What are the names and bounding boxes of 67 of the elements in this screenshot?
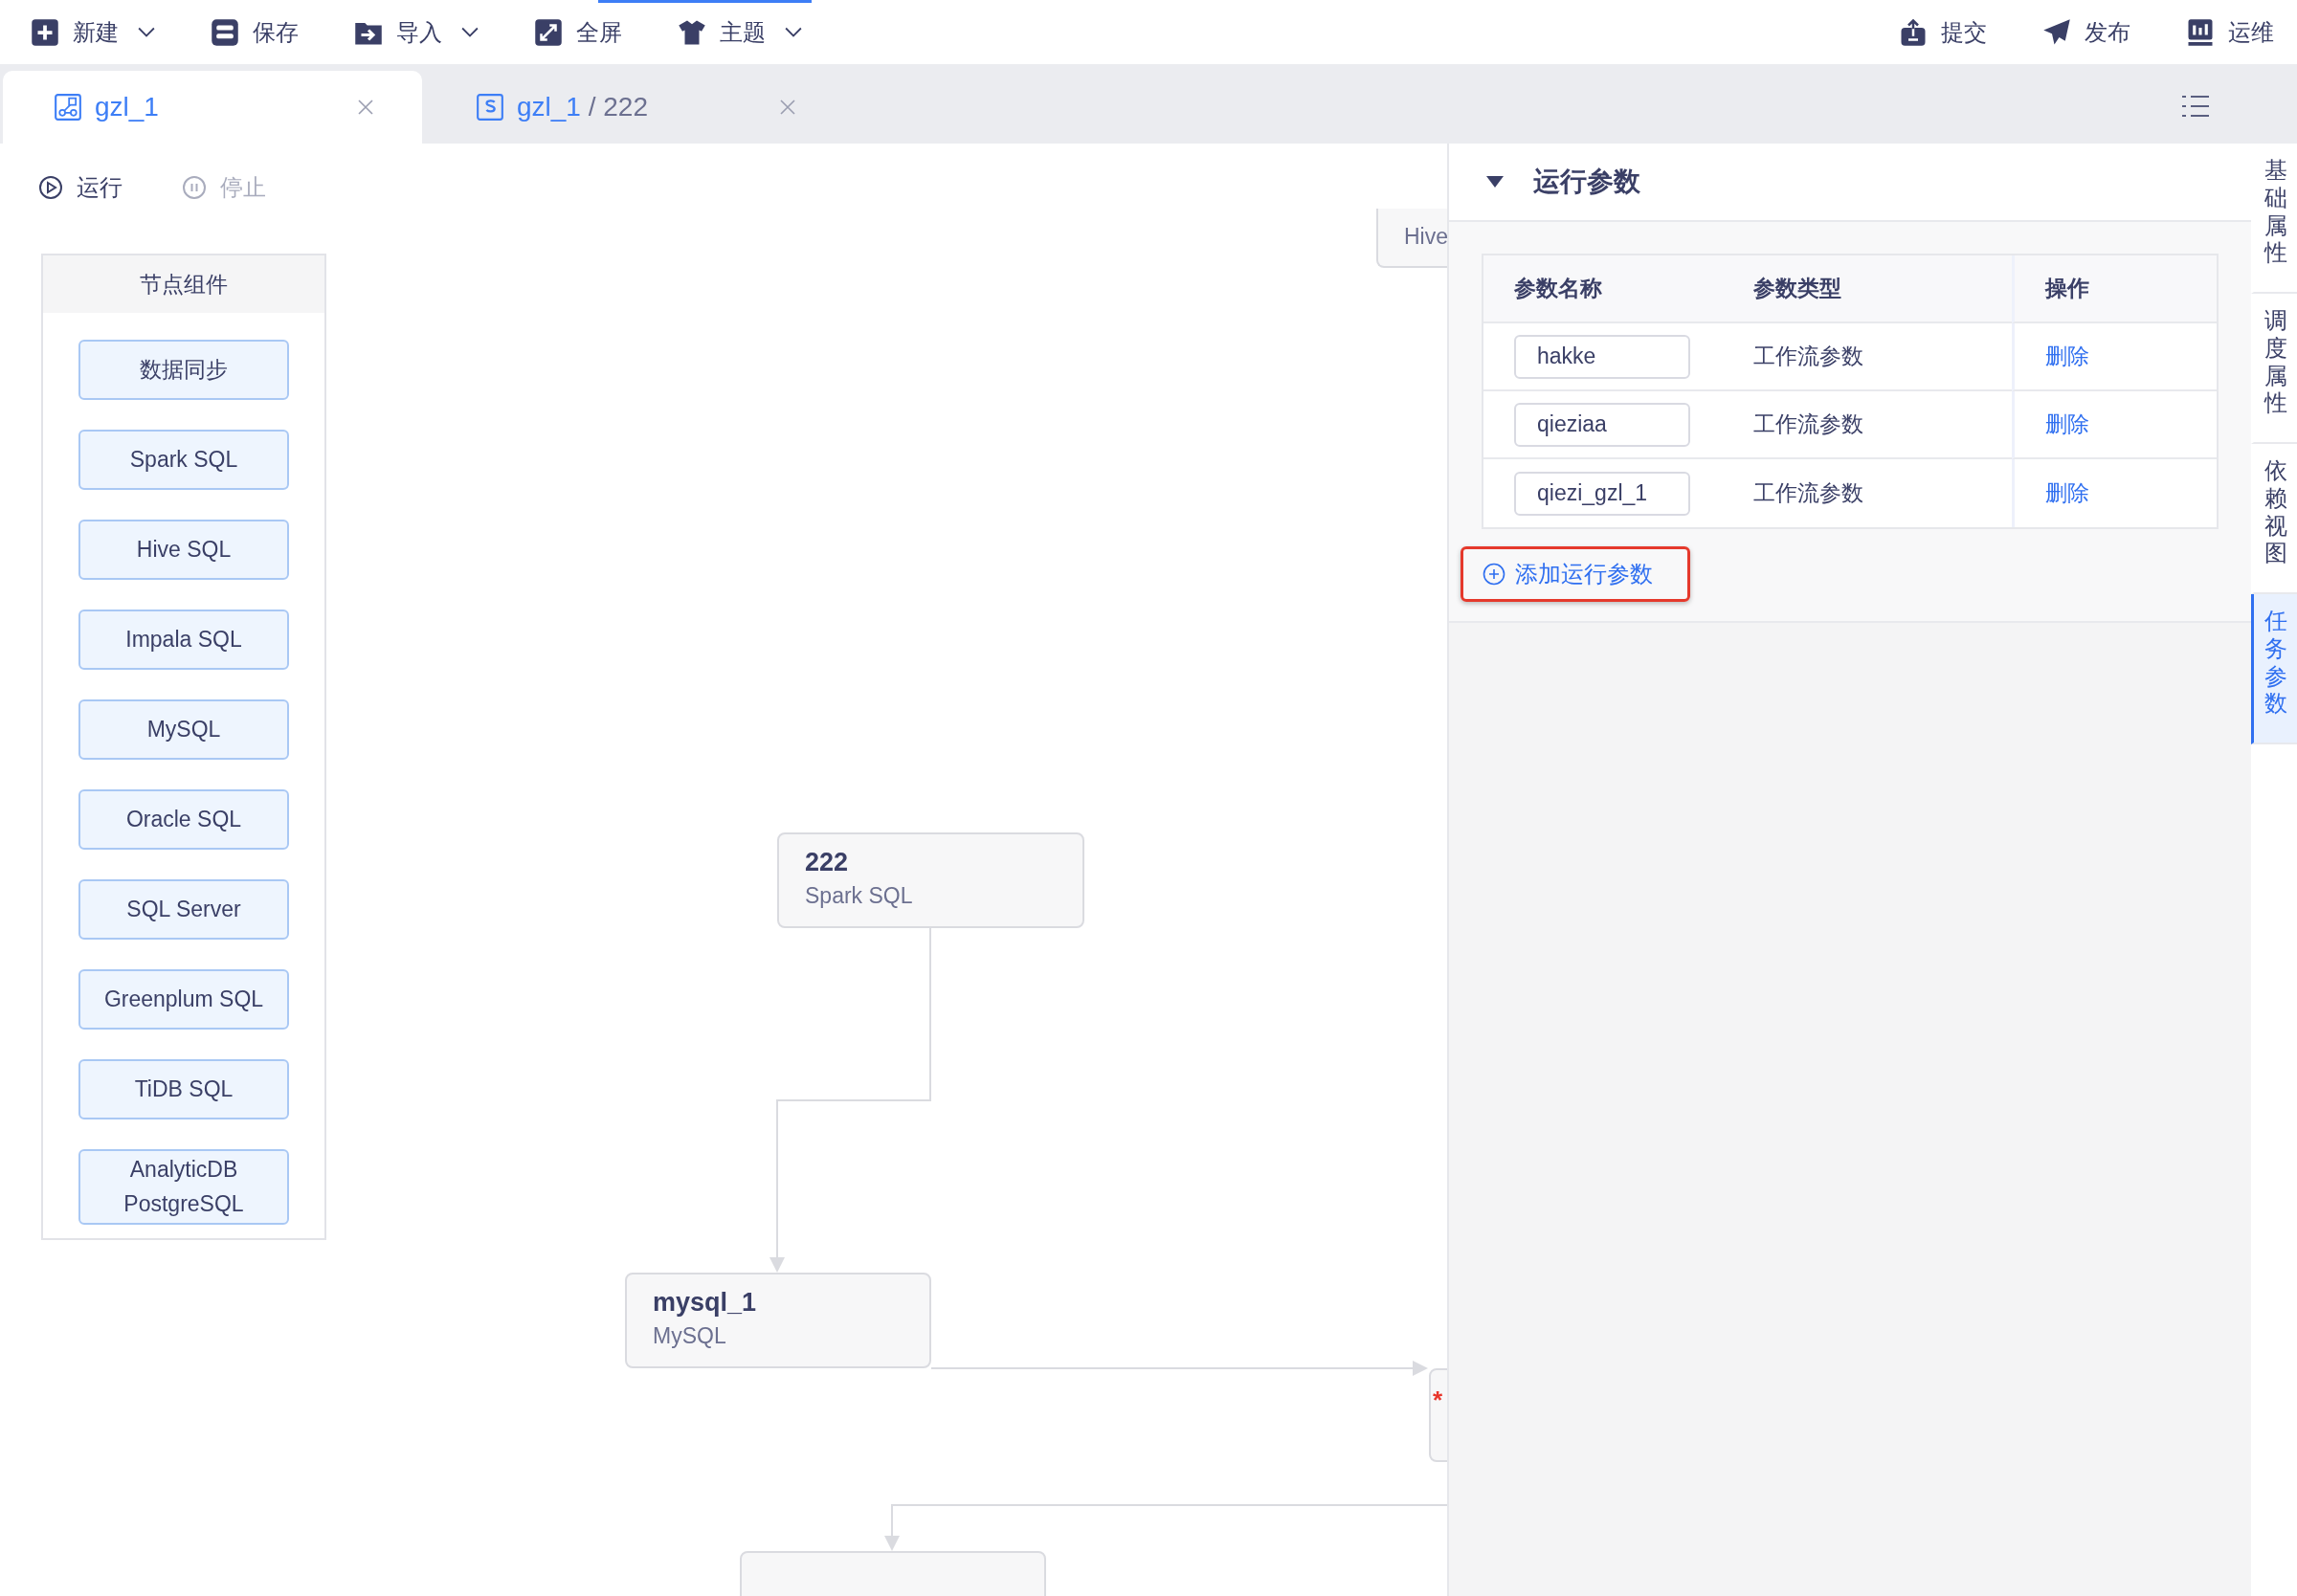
fullscreen-icon [534, 17, 563, 47]
table-cell-text: 工作流参数 [1753, 479, 1863, 507]
node-type: Spark SQL [805, 883, 914, 909]
node-type-item[interactable]: AnalyticDB PostgreSQL [78, 1149, 289, 1226]
node-type-item[interactable]: SQL Server [78, 879, 289, 940]
workflow-icon [55, 94, 81, 121]
list-icon[interactable] [2180, 93, 2211, 120]
parameter-name-field[interactable]: hakke [1514, 334, 1690, 379]
add-parameter-button[interactable]: 添加运行参数 [1461, 546, 1690, 602]
delete-link[interactable]: 删除 [2045, 478, 2089, 508]
node-type: MySQL [653, 1323, 727, 1349]
toolbar-button[interactable]: 全屏 [530, 11, 626, 54]
toolbar-button[interactable]: 导入 [350, 11, 482, 54]
run-button[interactable]: 运行 [38, 172, 123, 203]
plus-icon [31, 17, 59, 47]
close-icon[interactable] [779, 99, 796, 116]
column-header: 参数类型 [1723, 255, 2012, 323]
column-header: 参数名称 [1483, 255, 1723, 323]
node-type-item[interactable]: Oracle SQL [78, 789, 289, 850]
toolbar-button[interactable]: 发布 [2039, 11, 2134, 54]
caret-icon [138, 26, 155, 38]
node-type-item[interactable]: Greenplum SQL [78, 969, 289, 1030]
node-type-item[interactable]: Impala SQL [78, 610, 289, 670]
pause-icon [182, 175, 207, 200]
column-header: 操作 [2012, 255, 2217, 323]
editor-tab[interactable]: gzl_1 / 222 [425, 71, 844, 144]
bar-chart-icon [2186, 17, 2215, 47]
table-cell-text: 工作流参数 [1753, 410, 1863, 438]
plus-circle-icon [1483, 563, 1505, 586]
paper-plane-icon [2042, 17, 2071, 47]
toolbar-button[interactable]: 保存 [207, 11, 302, 54]
node-type-item[interactable]: Hive SQL [78, 520, 289, 580]
parameter-name-field[interactable]: qieziaa [1514, 402, 1690, 447]
collapse-triangle-icon[interactable] [1485, 175, 1505, 188]
flow-node[interactable]: * [1429, 1368, 1447, 1462]
flow-node[interactable]: 222 Spark SQL [777, 832, 1084, 928]
delete-link[interactable]: 删除 [2045, 342, 2089, 371]
parameter-name-field[interactable]: qiezi_gzl_1 [1514, 471, 1690, 516]
node-name: mysql_1 [653, 1288, 758, 1318]
delete-link[interactable]: 删除 [2045, 410, 2089, 439]
node-type-item[interactable]: TiDB SQL [78, 1059, 289, 1119]
palette-title: 节点组件 [43, 255, 324, 313]
toolbar-button[interactable]: 提交 [1895, 11, 1991, 54]
toolbar-button[interactable]: 运维 [2182, 11, 2278, 54]
close-icon[interactable] [357, 99, 374, 116]
table-cell-text: 工作流参数 [1753, 343, 1863, 370]
toolbar-button[interactable]: 主题 [674, 11, 806, 54]
caret-icon [461, 26, 479, 38]
tab-title: gzl_1 / 222 [517, 92, 648, 122]
node-type: Hive [1404, 224, 1447, 250]
node-type-item[interactable]: Spark SQL [78, 430, 289, 490]
toolbar-button[interactable]: 新建 [27, 11, 159, 54]
save-icon [211, 17, 239, 47]
caret-icon [785, 26, 802, 38]
play-icon [38, 175, 63, 200]
editor-tab[interactable]: gzl_1 [3, 71, 422, 144]
section-title: 运行参数 [1533, 166, 1640, 198]
tab-title: gzl_1 [95, 92, 159, 122]
flow-node[interactable]: Hive [1376, 209, 1447, 268]
required-mark: * [1433, 1387, 1443, 1412]
node-type-item[interactable]: MySQL [78, 699, 289, 760]
node-name: 222 [805, 848, 850, 877]
upload-icon [1899, 17, 1928, 47]
node-type-item[interactable]: 数据同步 [78, 340, 289, 400]
flow-node[interactable]: mysql_1 MySQL [625, 1273, 931, 1368]
sql-file-icon [477, 94, 503, 121]
side-tab[interactable]: 任务参数 [2251, 594, 2297, 744]
